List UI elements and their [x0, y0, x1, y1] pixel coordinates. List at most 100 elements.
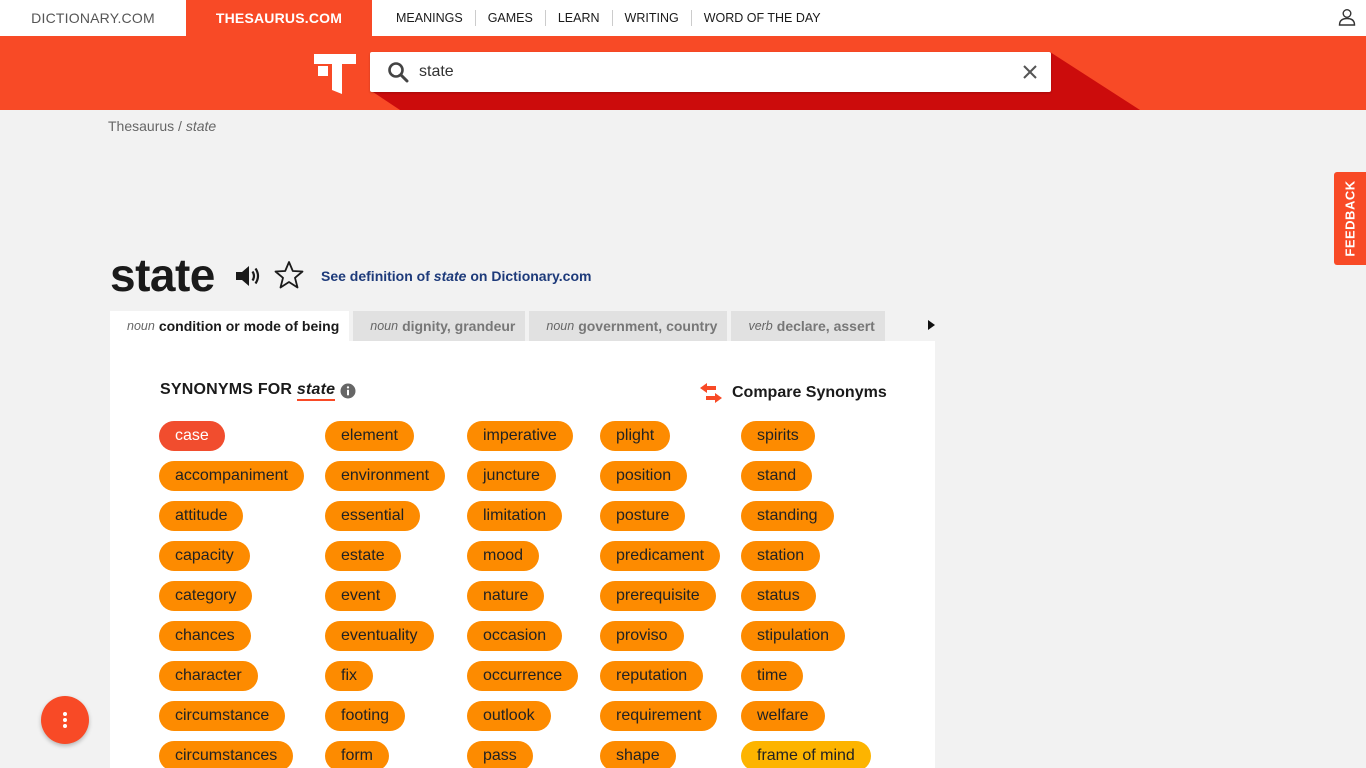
compare-arrows-icon: [700, 383, 722, 403]
sense-tab-government[interactable]: noun government, country: [529, 311, 728, 341]
nav-link-writing[interactable]: WRITING: [613, 11, 691, 25]
nav-link-word-of-the-day[interactable]: WORD OF THE DAY: [692, 11, 833, 25]
synonym-chip[interactable]: stipulation: [741, 621, 846, 651]
synonym-chip[interactable]: eventuality: [325, 621, 434, 651]
feedback-button[interactable]: FEEDBACK: [1334, 172, 1366, 265]
synonym-chip[interactable]: accompaniment: [159, 461, 304, 491]
nav-link-meanings[interactable]: MEANINGS: [384, 11, 475, 25]
synonym-chip[interactable]: predicament: [600, 541, 721, 571]
sense-pos: noun: [127, 319, 155, 333]
synonyms-heading: SYNONYMS FOR state: [160, 381, 336, 401]
headword: state: [110, 249, 215, 301]
sense-tab-declare[interactable]: verb declare, assert: [731, 311, 885, 341]
synonym-chip[interactable]: fix: [325, 661, 373, 691]
speaker-icon[interactable]: [234, 262, 262, 290]
caret-right-icon[interactable]: [924, 318, 938, 332]
nav-link-games[interactable]: GAMES: [476, 11, 545, 25]
synonym-chip[interactable]: pass: [467, 741, 533, 768]
synonym-chip[interactable]: limitation: [467, 501, 563, 531]
synonym-chip[interactable]: shape: [600, 741, 676, 768]
synonym-chip[interactable]: element: [325, 421, 414, 451]
sense-pos: noun: [370, 319, 399, 333]
synonym-chip[interactable]: capacity: [159, 541, 250, 571]
synonyms-heading-prefix: SYNONYMS FOR: [160, 381, 293, 398]
synonym-chip[interactable]: footing: [325, 701, 406, 731]
synonym-chip[interactable]: environment: [325, 461, 446, 491]
sense-tabs: noun condition or mode of being noun dig…: [110, 311, 885, 341]
synonym-chip[interactable]: estate: [325, 541, 401, 571]
breadcrumb-current: state: [185, 118, 217, 134]
synonym-column: imperative juncture limitation mood nature oc…: [467, 421, 579, 768]
synonym-chip[interactable]: event: [325, 581, 397, 611]
star-icon[interactable]: [274, 260, 304, 290]
kebab-menu-icon: [63, 712, 67, 728]
floating-menu-button[interactable]: [41, 696, 89, 744]
synonym-chip[interactable]: plight: [600, 421, 671, 451]
sense-tab-dignity[interactable]: noun dignity, grandeur: [353, 311, 526, 341]
synonym-chip[interactable]: reputation: [600, 661, 704, 691]
search-icon[interactable]: [387, 61, 409, 83]
synonym-chip[interactable]: spirits: [741, 421, 815, 451]
synonym-chip[interactable]: character: [159, 661, 258, 691]
synonym-chip[interactable]: occurrence: [467, 661, 579, 691]
sense-pos: noun: [546, 319, 575, 333]
sense-label: condition or mode of being: [158, 318, 340, 334]
synonym-chip[interactable]: circumstance: [159, 701, 286, 731]
nav-links: MEANINGS GAMES LEARN WRITING WORD OF THE…: [384, 0, 833, 36]
synonym-chip[interactable]: proviso: [600, 621, 684, 651]
feedback-label: FEEDBACK: [1342, 180, 1358, 257]
synonym-chip[interactable]: case: [159, 421, 225, 451]
thesaurus-site-tab[interactable]: THESAURUS.COM: [186, 0, 372, 36]
search-input[interactable]: [419, 52, 979, 92]
synonym-chip[interactable]: standing: [741, 501, 834, 531]
synonym-chip[interactable]: chances: [159, 621, 251, 651]
sense-pos: verb: [748, 319, 773, 333]
compare-synonyms-button[interactable]: Compare Synonyms: [700, 383, 887, 403]
synonym-chip[interactable]: attitude: [159, 501, 244, 531]
search-band: [0, 36, 1366, 110]
info-icon[interactable]: [340, 383, 356, 399]
synonym-chip[interactable]: juncture: [467, 461, 556, 491]
compare-synonyms-label: Compare Synonyms: [732, 384, 887, 401]
sense-label: dignity, grandeur: [402, 318, 516, 334]
clear-icon[interactable]: [1021, 63, 1039, 81]
sense-tab-condition[interactable]: noun condition or mode of being: [110, 311, 350, 341]
synonym-chip[interactable]: form: [325, 741, 389, 768]
definition-link-prefix: See definition of: [321, 268, 430, 284]
dictionary-definition-link[interactable]: See definition of state on Dictionary.co…: [321, 268, 591, 284]
nav-link-learn[interactable]: LEARN: [546, 11, 612, 25]
synonym-chip[interactable]: occasion: [467, 621, 563, 651]
synonym-column: case accompaniment attitude capacity categor…: [159, 421, 304, 768]
synonym-chip[interactable]: stand: [741, 461, 813, 491]
thesaurus-logo-icon[interactable]: [314, 54, 356, 94]
synonym-chip[interactable]: essential: [325, 501, 421, 531]
breadcrumb-separator: /: [178, 118, 182, 134]
user-icon[interactable]: [1338, 8, 1356, 26]
synonym-chip[interactable]: mood: [467, 541, 540, 571]
synonym-chip[interactable]: imperative: [467, 421, 573, 451]
synonym-chip[interactable]: frame of mind: [741, 741, 871, 768]
synonym-chip[interactable]: time: [741, 661, 804, 691]
breadcrumb-root[interactable]: Thesaurus: [108, 118, 174, 134]
sense-label: government, country: [578, 318, 718, 334]
synonym-column: spirits stand standing station status stipula…: [741, 421, 871, 768]
top-navigation: DICTIONARY.COM THESAURUS.COM MEANINGS GA…: [0, 0, 1366, 36]
synonym-chip[interactable]: category: [159, 581, 253, 611]
synonym-chip[interactable]: requirement: [600, 701, 718, 731]
synonym-chip[interactable]: outlook: [467, 701, 551, 731]
synonym-chip[interactable]: posture: [600, 501, 686, 531]
synonym-chip[interactable]: position: [600, 461, 688, 491]
synonym-chip[interactable]: circumstances: [159, 741, 294, 768]
definition-link-word: state: [433, 268, 467, 284]
synonyms-heading-word: state: [296, 381, 336, 401]
definition-link-suffix: on Dictionary.com: [470, 268, 592, 284]
synonym-chip[interactable]: nature: [467, 581, 545, 611]
search-box: [370, 52, 1051, 92]
synonym-chip[interactable]: welfare: [741, 701, 825, 731]
breadcrumb: Thesaurus / state: [108, 118, 216, 134]
synonym-chip[interactable]: prerequisite: [600, 581, 716, 611]
synonym-chip[interactable]: station: [741, 541, 821, 571]
synonym-chip[interactable]: status: [741, 581, 816, 611]
dictionary-site-tab[interactable]: DICTIONARY.COM: [0, 0, 186, 36]
synonyms-card: SYNONYMS FOR state Compare Synonyms case…: [110, 341, 935, 768]
